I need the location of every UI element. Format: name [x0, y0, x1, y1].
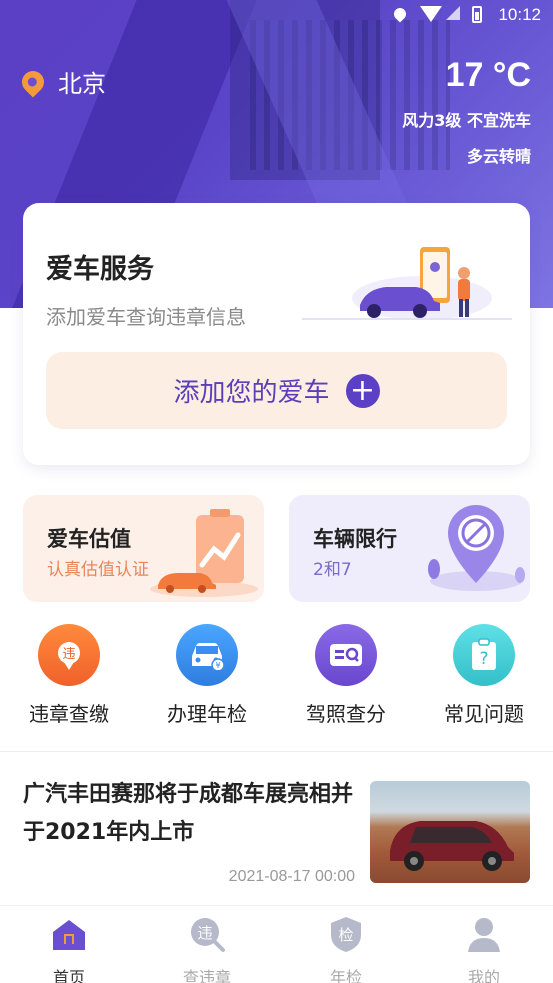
svg-text:违: 违 [197, 924, 212, 942]
car-service-card: 爱车服务 添加爱车查询违章信息 添加您的爱车 + [23, 203, 530, 465]
tab-inspection[interactable]: 检 年检 [296, 914, 396, 983]
news-date: 2021-08-17 00:00 [228, 868, 355, 885]
tab-violation-search[interactable]: 违 查违章 [157, 914, 257, 983]
feature-subtitle: 认真估值认证 [47, 560, 149, 580]
tab-label: 首页 [52, 968, 85, 983]
city-name: 北京 [58, 70, 106, 98]
profile-icon [468, 918, 500, 952]
tab-profile[interactable]: 我的 [434, 914, 534, 983]
traffic-restriction-card[interactable]: 车辆限行 2和7 [289, 495, 530, 602]
add-car-label: 添加您的爱车 [173, 378, 330, 408]
status-bar: 10:12 [0, 0, 553, 32]
location-selector[interactable]: 北京 [17, 64, 106, 99]
weather-panel: 17 °C 风力3级 不宜洗车 多云转晴 [402, 56, 531, 167]
faq-icon: ? [453, 624, 515, 686]
quick-action-label: 办理年检 [167, 702, 247, 726]
wifi-icon [420, 6, 443, 24]
car-phone-illustration-icon [302, 247, 512, 320]
feature-subtitle: 2和7 [313, 560, 352, 580]
quick-action-label: 违章查缴 [29, 702, 109, 726]
license-icon [315, 624, 377, 686]
violation-icon: 违 [38, 624, 100, 686]
svg-text:检: 检 [338, 926, 353, 944]
tab-label: 查违章 [182, 968, 231, 983]
battery-icon [472, 6, 488, 24]
status-time: 10:12 [498, 5, 541, 24]
news-thumbnail[interactable] [370, 781, 530, 883]
weather-condition: 多云转晴 [466, 147, 531, 166]
quick-action-label: 驾照查分 [306, 702, 386, 726]
location-status-icon [391, 5, 410, 24]
wind-wash-info: 风力3级 不宜洗车 [402, 111, 531, 130]
quick-action-violation[interactable]: 违 违章查缴 [9, 624, 129, 727]
home-icon [53, 920, 85, 950]
minivan-photo-icon [390, 821, 514, 871]
quick-action-faq[interactable]: ? 常见问题 [424, 624, 544, 727]
quick-action-label: 常见问题 [444, 702, 524, 726]
section-divider [0, 751, 553, 752]
quick-actions: 违 违章查缴 ¥ 办理年检 驾照查分 ? 常见问题 [0, 624, 553, 734]
temperature: 17 °C [445, 56, 531, 94]
restriction-pin-icon [428, 505, 525, 591]
inspection-shield-icon: 检 [331, 917, 361, 952]
feature-title: 爱车估值 [47, 527, 131, 551]
news-title[interactable]: 广汽丰田赛那将于成都车展亮相并于2021年内上市 [23, 776, 358, 852]
feature-title: 车辆限行 [313, 527, 397, 551]
car-valuation-card[interactable]: 爱车估值 认真估值认证 [23, 495, 264, 602]
location-pin-icon [17, 65, 49, 98]
card-subtitle: 添加爱车查询违章信息 [46, 305, 246, 329]
svg-text:¥: ¥ [215, 661, 220, 670]
tab-home[interactable]: 首页 [19, 914, 119, 983]
plus-icon: + [345, 373, 380, 408]
tab-label: 我的 [467, 968, 500, 983]
car-inspection-icon: ¥ [176, 624, 238, 686]
bottom-tab-bar: 首页 违 查违章 检 年检 我的 [0, 905, 553, 983]
tab-label: 年检 [329, 968, 362, 983]
signal-icon [446, 6, 462, 24]
quick-action-license[interactable]: 驾照查分 [286, 624, 406, 727]
violation-search-icon: 违 [191, 918, 225, 952]
add-car-button[interactable]: 添加您的爱车 + [46, 352, 507, 429]
valuation-chart-icon [150, 509, 258, 597]
card-title: 爱车服务 [46, 254, 154, 285]
svg-text:违: 违 [62, 647, 75, 662]
svg-text:?: ? [479, 649, 488, 669]
quick-action-inspection[interactable]: ¥ 办理年检 [147, 624, 267, 727]
